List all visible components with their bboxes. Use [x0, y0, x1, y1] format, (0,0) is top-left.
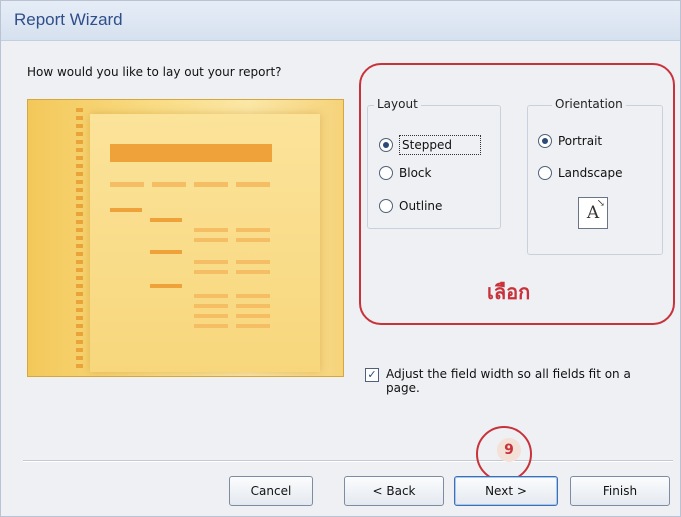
preview-detail-bar: [236, 314, 270, 318]
preview-header-bar: [110, 182, 144, 187]
finish-button-label: Finish: [602, 484, 638, 498]
preview-detail-bar: [194, 260, 228, 264]
checkbox-checked-icon[interactable]: ✓: [365, 368, 379, 382]
preview-group-bar: [150, 218, 182, 222]
preview-group-bar: [150, 250, 182, 254]
cancel-button[interactable]: Cancel: [229, 476, 313, 506]
preview-detail-bar: [194, 228, 228, 232]
preview-detail-bar: [194, 238, 228, 242]
preview-title-bar: [110, 144, 272, 162]
preview-detail-bar: [236, 260, 270, 264]
window-title: Report Wizard: [14, 10, 123, 29]
next-button-label: Next >: [485, 484, 527, 498]
footer-separator: [23, 460, 673, 462]
layout-question: How would you like to lay out your repor…: [27, 65, 282, 79]
preview-group-bar: [150, 284, 182, 288]
finish-button[interactable]: Finish: [570, 476, 670, 506]
preview-ruler: [76, 108, 83, 370]
next-button[interactable]: Next >: [454, 476, 558, 506]
preview-detail-bar: [236, 294, 270, 298]
annotation-note: เลือก: [487, 280, 531, 304]
preview-group-bar: [110, 208, 142, 212]
layout-preview-image: [27, 99, 344, 377]
adjust-field-width-label: Adjust the field width so all fields fit…: [386, 367, 631, 395]
preview-detail-bar: [194, 314, 228, 318]
preview-detail-bar: [236, 228, 270, 232]
preview-detail-bar: [194, 270, 228, 274]
report-wizard-dialog: Report Wizard How would you like to lay …: [0, 0, 681, 517]
preview-detail-bar: [236, 304, 270, 308]
preview-detail-bar: [194, 324, 228, 328]
preview-detail-bar: [236, 324, 270, 328]
adjust-field-width-option[interactable]: ✓ Adjust the field width so all fields f…: [365, 367, 665, 395]
preview-header-bar: [194, 182, 228, 187]
back-button-label: < Back: [372, 484, 416, 498]
cancel-button-label: Cancel: [250, 484, 292, 498]
preview-detail-bar: [194, 294, 228, 298]
preview-header-bar: [236, 182, 270, 187]
preview-detail-bar: [194, 304, 228, 308]
preview-detail-bar: [236, 238, 270, 242]
step-number-badge: 9: [497, 438, 521, 462]
title-bar: Report Wizard: [1, 1, 680, 41]
preview-header-bar: [152, 182, 186, 187]
back-button[interactable]: < Back: [344, 476, 444, 506]
preview-detail-bar: [236, 270, 270, 274]
